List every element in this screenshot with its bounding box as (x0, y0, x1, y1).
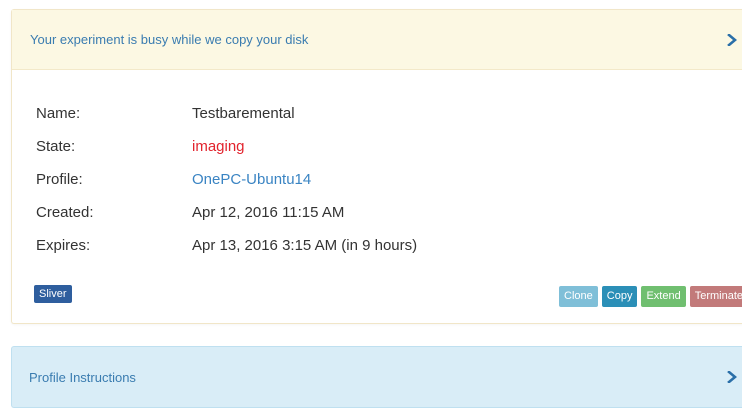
profile-link[interactable]: OnePC-Ubuntu14 (192, 171, 311, 188)
profile-instructions-heading: Profile Instructions (29, 369, 136, 385)
experiment-status-panel: Your experiment is busy while we copy yo… (11, 9, 742, 324)
state-label: State: (36, 138, 76, 155)
status-panel-heading[interactable]: Your experiment is busy while we copy yo… (12, 10, 742, 70)
sliver-badge[interactable]: Sliver (34, 285, 72, 303)
state-value: imaging (192, 138, 245, 155)
created-label: Created: (36, 204, 94, 221)
expires-label: Expires: (36, 237, 91, 254)
profile-label: Profile: (36, 171, 83, 188)
copy-button[interactable]: Copy (601, 286, 638, 307)
name-value: Testbaremental (192, 105, 295, 122)
chevron-right-icon[interactable] (727, 33, 737, 46)
created-value: Apr 12, 2016 11:15 AM (192, 204, 345, 221)
status-heading-text: Your experiment is busy while we copy yo… (30, 32, 309, 47)
experiment-action-buttons: Clone Copy Extend Terminate (559, 286, 742, 307)
name-label: Name: (36, 105, 81, 122)
expires-value: Apr 13, 2016 3:15 AM (in 9 hours) (192, 237, 418, 254)
chevron-right-icon[interactable] (727, 371, 737, 383)
clone-button[interactable]: Clone (559, 286, 598, 307)
terminate-button[interactable]: Terminate (689, 286, 742, 307)
experiment-status-page: Your experiment is busy while we copy yo… (0, 0, 742, 408)
extend-button[interactable]: Extend (641, 286, 686, 307)
profile-instructions-panel[interactable]: Profile Instructions (11, 346, 742, 408)
